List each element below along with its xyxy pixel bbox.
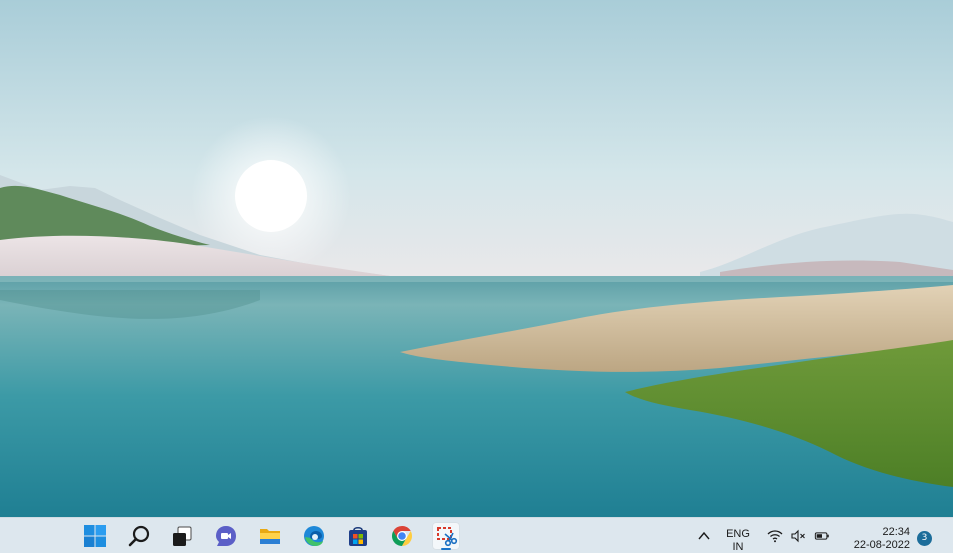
- chrome-icon: [392, 526, 412, 546]
- chevron-up-icon: [698, 531, 710, 540]
- snipping-tool-icon: [437, 527, 458, 547]
- battery-icon: [814, 532, 829, 540]
- language-code: ENG: [726, 528, 750, 540]
- chat-button[interactable]: [212, 522, 240, 550]
- snipping-tool-button[interactable]: [432, 522, 460, 550]
- volume-muted-icon: [791, 529, 805, 543]
- chrome-button[interactable]: [388, 522, 416, 550]
- desktop[interactable]: [0, 0, 953, 517]
- show-hidden-icons-button[interactable]: [696, 528, 712, 544]
- notification-center-badge[interactable]: 3: [917, 531, 932, 546]
- battery-status[interactable]: [814, 528, 830, 544]
- task-view-button[interactable]: [168, 522, 196, 550]
- clock-time: 22:34: [882, 526, 910, 538]
- volume-status[interactable]: [790, 528, 806, 544]
- clock-date: 22-08-2022: [853, 539, 910, 551]
- chat-icon: [216, 526, 236, 546]
- folder-icon: [260, 529, 280, 544]
- edge-icon: [304, 526, 324, 546]
- search-button[interactable]: [125, 522, 153, 550]
- desktop-wallpaper: [0, 0, 953, 517]
- windows-start-icon: [84, 525, 106, 547]
- network-status[interactable]: [767, 528, 783, 544]
- language-indicator[interactable]: ENG IN: [722, 528, 754, 554]
- store-button[interactable]: [344, 522, 372, 550]
- language-region: IN: [732, 541, 744, 553]
- wifi-icon: [767, 530, 783, 543]
- task-view-icon: [173, 526, 192, 546]
- search-icon: [128, 525, 150, 547]
- file-explorer-button[interactable]: [256, 522, 284, 550]
- taskbar: ENG IN 22:34 22-08-2022: [0, 517, 953, 553]
- store-icon: [349, 526, 367, 546]
- clock[interactable]: 22:34 22-08-2022: [842, 526, 914, 552]
- start-button[interactable]: [81, 522, 109, 550]
- edge-button[interactable]: [300, 522, 328, 550]
